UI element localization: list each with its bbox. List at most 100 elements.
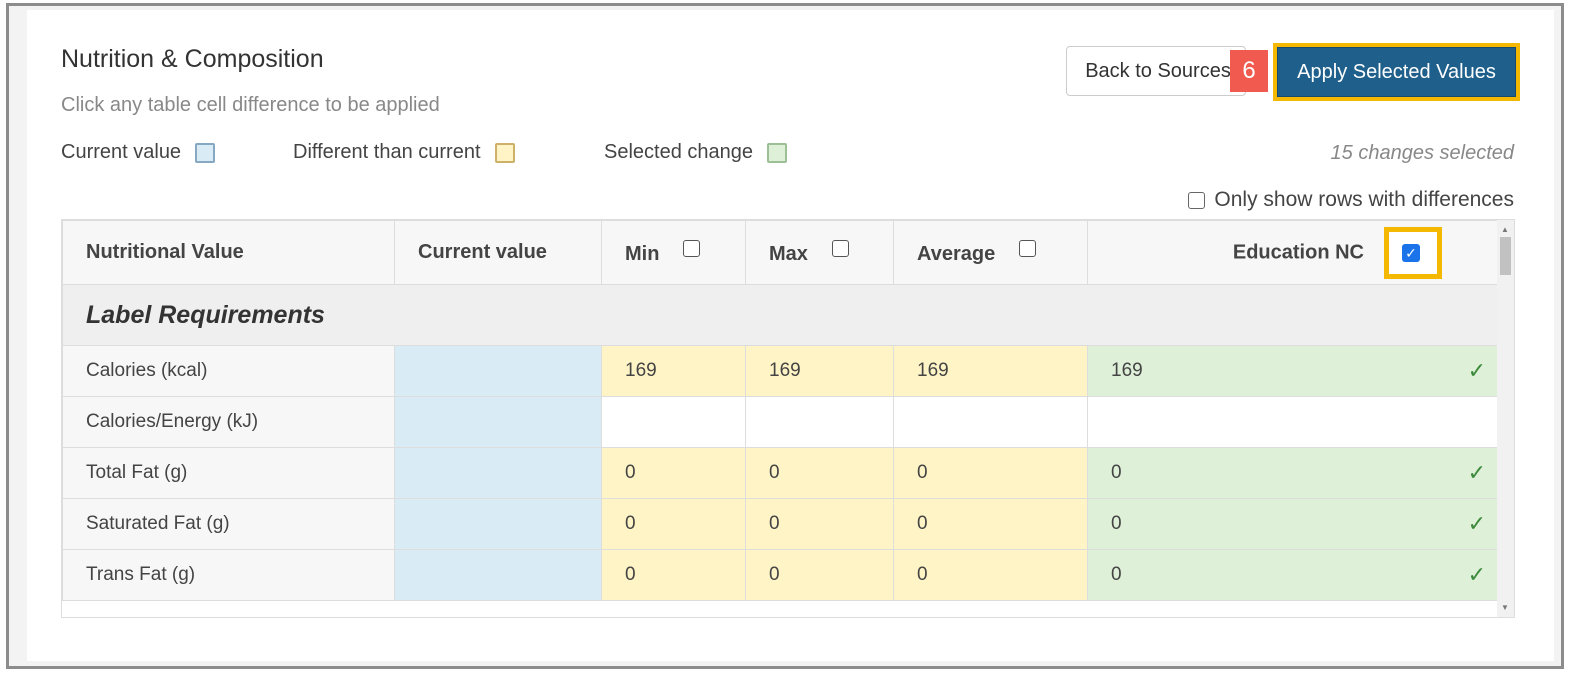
- page-title: Nutrition & Composition: [61, 45, 324, 73]
- legend-current-label: Current value: [61, 141, 182, 163]
- row-label-cell-text: Saturated Fat (g): [86, 513, 230, 534]
- selected-check-icon: ✓: [1467, 562, 1486, 587]
- step-badge: 6: [1230, 50, 1268, 92]
- header-average: Average: [893, 220, 1088, 285]
- education-nc-value-cell[interactable]: 0 ✓: [1087, 447, 1499, 499]
- scroll-down-arrow-icon[interactable]: ▼: [1501, 603, 1509, 612]
- apply-selected-values-button[interactable]: Apply Selected Values: [1277, 47, 1516, 97]
- apply-button-highlight: Apply Selected Values: [1273, 43, 1520, 101]
- legend-selected: Selected change: [604, 141, 788, 164]
- average-value-cell-text: 169: [917, 360, 949, 381]
- education-nc-value-cell[interactable]: [1087, 396, 1499, 448]
- table-row: Total Fat (g) 0 0 0 0 ✓: [62, 447, 1499, 499]
- scroll-up-arrow-icon[interactable]: ▲: [1501, 225, 1509, 234]
- header-average-label: Average: [917, 242, 996, 265]
- row-label-cell-text: Calories (kcal): [86, 360, 208, 381]
- row-label-cell: Saturated Fat (g): [62, 498, 395, 550]
- header-education-nc-label: Education NC: [1232, 240, 1364, 263]
- education-nc-value-cell[interactable]: 0 ✓: [1087, 498, 1499, 550]
- max-value-cell-text: 0: [769, 564, 780, 585]
- section-row: Label Requirements: [62, 284, 1499, 346]
- legend-different-swatch: [494, 142, 515, 163]
- max-value-cell-text: 0: [769, 513, 780, 534]
- legend-different-label: Different than current: [293, 141, 481, 163]
- average-value-cell[interactable]: 0: [893, 498, 1088, 550]
- table-row: Calories/Energy (kJ): [62, 396, 1499, 448]
- max-value-cell-text: 0: [769, 462, 780, 483]
- average-value-cell[interactable]: 0: [893, 447, 1088, 499]
- table-row: Saturated Fat (g) 0 0 0 0 ✓: [62, 498, 1499, 550]
- min-value-cell[interactable]: [601, 396, 746, 448]
- table-header-row: Nutritional Value Current value Min Max …: [62, 220, 1499, 285]
- min-value-cell[interactable]: 0: [601, 447, 746, 499]
- header-min: Min: [601, 220, 746, 285]
- max-value-cell[interactable]: [745, 396, 894, 448]
- row-label-cell: Total Fat (g): [62, 447, 395, 499]
- current-value-cell: [394, 498, 602, 550]
- min-value-cell[interactable]: 0: [601, 549, 746, 601]
- header-max-label: Max: [769, 242, 808, 265]
- only-differences-checkbox[interactable]: [1188, 191, 1206, 209]
- average-value-cell[interactable]: 0: [893, 549, 1088, 601]
- legend-selected-swatch: [767, 142, 788, 163]
- min-value-cell[interactable]: 0: [601, 498, 746, 550]
- average-column-checkbox[interactable]: [1019, 239, 1037, 257]
- header-education-nc: Education NC ✓: [1087, 220, 1499, 285]
- row-label-cell: Trans Fat (g): [62, 549, 395, 601]
- comparison-table-container[interactable]: Nutritional Value Current value Min Max …: [61, 219, 1515, 618]
- header-nutritional-value: Nutritional Value: [62, 220, 395, 285]
- average-value-cell-text: 0: [917, 462, 928, 483]
- scrollbar-thumb[interactable]: [1500, 237, 1511, 275]
- current-value-cell: [394, 396, 602, 448]
- header-max: Max: [745, 220, 894, 285]
- table-row: Trans Fat (g) 0 0 0 0 ✓: [62, 549, 1499, 601]
- average-value-cell-text: 0: [917, 513, 928, 534]
- selected-check-icon: ✓: [1467, 460, 1486, 485]
- row-label-cell-text: Calories/Energy (kJ): [86, 411, 259, 432]
- current-value-cell: [394, 345, 602, 397]
- row-label-cell: Calories/Energy (kJ): [62, 396, 395, 448]
- selected-check-icon: ✓: [1467, 358, 1486, 383]
- legend-current-swatch: [195, 142, 216, 163]
- education-nc-value-cell-text: 0: [1111, 513, 1122, 534]
- education-nc-checkbox-highlight: ✓: [1384, 226, 1442, 279]
- max-value-cell[interactable]: 0: [745, 549, 894, 601]
- min-value-cell-text: 169: [625, 360, 657, 381]
- max-column-checkbox[interactable]: [831, 239, 849, 257]
- education-nc-value-cell[interactable]: 169 ✓: [1087, 345, 1499, 397]
- changes-selected-count: 15 changes selected: [1330, 142, 1514, 164]
- max-value-cell[interactable]: 169: [745, 345, 894, 397]
- legend-selected-label: Selected change: [604, 141, 754, 163]
- row-label-cell-text: Trans Fat (g): [86, 564, 196, 585]
- average-value-cell-text: 0: [917, 564, 928, 585]
- education-nc-value-cell-text: 0: [1111, 564, 1122, 585]
- min-column-checkbox[interactable]: [683, 239, 701, 257]
- education-nc-column-checkbox[interactable]: ✓: [1402, 243, 1420, 262]
- education-nc-value-cell-text: 0: [1111, 462, 1122, 483]
- header-min-label: Min: [625, 242, 660, 265]
- row-label-cell-text: Total Fat (g): [86, 462, 188, 483]
- education-nc-value-cell-text: 169: [1111, 360, 1143, 381]
- average-value-cell[interactable]: 169: [893, 345, 1088, 397]
- row-label-cell: Calories (kcal): [62, 345, 395, 397]
- education-nc-value-cell[interactable]: 0 ✓: [1087, 549, 1499, 601]
- selected-check-icon: ✓: [1467, 511, 1486, 536]
- max-value-cell[interactable]: 0: [745, 447, 894, 499]
- only-differences-filter[interactable]: Only show rows with differences: [1188, 188, 1514, 212]
- back-to-sources-button[interactable]: Back to Sources: [1066, 46, 1246, 96]
- max-value-cell[interactable]: 0: [745, 498, 894, 550]
- table-scrollbar[interactable]: ▲ ▼: [1497, 220, 1514, 617]
- average-value-cell[interactable]: [893, 396, 1088, 448]
- current-value-cell: [394, 549, 602, 601]
- header-current-value: Current value: [394, 220, 602, 285]
- only-differences-label: Only show rows with differences: [1214, 188, 1514, 211]
- page-subtitle: Click any table cell difference to be ap…: [61, 94, 440, 116]
- legend-different: Different than current: [293, 141, 515, 164]
- min-value-cell-text: 0: [625, 513, 636, 534]
- section-label-requirements: Label Requirements: [62, 284, 1499, 346]
- min-value-cell-text: 0: [625, 564, 636, 585]
- legend-current: Current value: [61, 141, 216, 164]
- min-value-cell[interactable]: 169: [601, 345, 746, 397]
- max-value-cell-text: 169: [769, 360, 801, 381]
- current-value-cell: [394, 447, 602, 499]
